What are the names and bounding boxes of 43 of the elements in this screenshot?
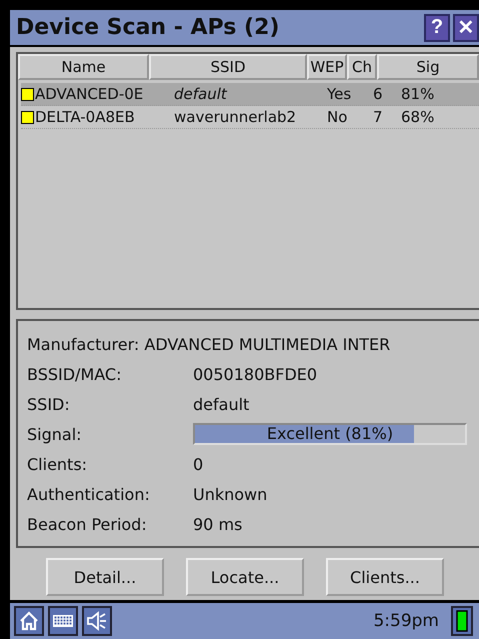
table-cell-text: waverunnerlab2 [174, 108, 298, 126]
table-cell-text: 6 [373, 85, 384, 103]
action-button[interactable]: Locate... [186, 558, 304, 596]
detail-label: Signal: [27, 424, 83, 446]
table-cell-text: ADVANCED-0E [35, 85, 144, 103]
detail-label: Authentication: [27, 484, 151, 506]
table-cell-text: 68% [401, 108, 436, 126]
detail-text: Manufacturer: ADVANCED MULTIMEDIA INTER [27, 334, 392, 356]
detail-value: 0 [193, 454, 204, 476]
table-cell-text: 7 [373, 108, 384, 126]
table-cell-text: Yes [327, 85, 352, 103]
meter-text: Excellent (81%) [266, 426, 394, 442]
list-row[interactable]: DELTA-0A8EB waverunnerlab2 No 7 68% [21, 106, 479, 129]
table-cell-text: 81% [401, 85, 436, 103]
table-cell-text: DELTA-0A8EB [35, 108, 136, 126]
detail-label: Beacon Period: [27, 514, 148, 536]
column-header[interactable]: SSID [149, 54, 307, 80]
list-row[interactable]: ADVANCED-0E default Yes 6 81% [21, 83, 479, 106]
keyboard-button[interactable] [48, 606, 78, 636]
detail-value: default [193, 394, 250, 416]
detail-value: 90 ms [193, 514, 244, 536]
column-header[interactable]: WEP [307, 54, 347, 80]
home-icon [18, 610, 40, 632]
column-header[interactable]: Sig [377, 54, 479, 80]
detail-value: Unknown [193, 484, 268, 506]
clock-text: 5:59pm [373, 611, 439, 631]
speaker-button[interactable] [82, 606, 112, 636]
detail-label: BSSID/MAC: [27, 364, 122, 386]
table-cell-text: No [327, 108, 348, 126]
speaker-icon [86, 610, 108, 632]
detail-label: Clients: [27, 454, 88, 476]
detail-value: 0050180BFDE0 [193, 364, 318, 386]
table-cell-text: default [174, 85, 228, 103]
column-header[interactable]: Name [18, 54, 149, 80]
column-header[interactable]: Ch [347, 54, 377, 80]
battery-icon[interactable] [451, 606, 473, 636]
close-button[interactable]: ✕ [453, 14, 479, 42]
home-button[interactable] [14, 606, 44, 636]
help-button[interactable]: ? [424, 14, 450, 42]
window-title: Device Scan - APs (2) [16, 15, 280, 40]
detail-label: SSID: [27, 394, 71, 416]
action-button[interactable]: Clients... [326, 558, 444, 596]
action-button[interactable]: Detail... [46, 558, 164, 596]
